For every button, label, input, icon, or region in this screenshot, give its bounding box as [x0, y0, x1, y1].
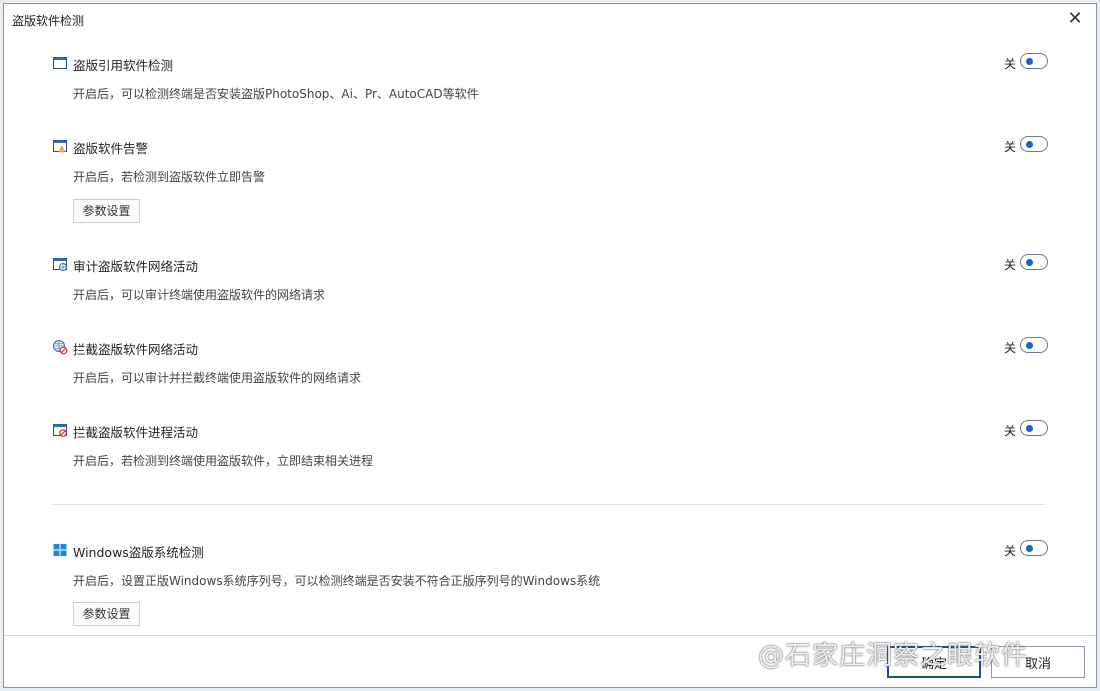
piracy-alert-settings-button[interactable]: 参数设置	[73, 199, 140, 223]
piracy-alert-toggle[interactable]	[1020, 136, 1048, 152]
windows-logo-icon	[53, 544, 67, 556]
section-description: 开启后，可以审计终端使用盗版软件的网络请求	[73, 288, 326, 302]
section-title: 拦截盗版软件进程活动	[73, 425, 199, 440]
toggle-state-label: 关	[1003, 140, 1016, 154]
section-audit-network: 审计盗版软件网络活动 关 开启后，可以审计终端使用盗版软件的网络请求	[52, 254, 1048, 302]
window-alert-icon	[53, 140, 67, 153]
toggle-knob	[1026, 342, 1033, 349]
section-description: 开启后，可以检测终端是否安装盗版PhotoShop、Ai、Pr、AutoCAD等…	[73, 87, 479, 101]
section-description: 开启后，可以审计并拦截终端使用盗版软件的网络请求	[73, 371, 362, 385]
section-description: 开启后，设置正版Windows系统序列号，可以检测终端是否安装不符合正版序列号的…	[73, 574, 601, 588]
close-icon[interactable]: ✕	[1066, 10, 1084, 28]
section-title: 盗版软件告警	[73, 141, 149, 156]
section-description: 开启后，若检测到终端使用盗版软件，立即结束相关进程	[73, 454, 374, 468]
toggle-state-label: 关	[1003, 424, 1016, 438]
piracy-detection-dialog: 盗版软件检测 ✕ 盗版引用软件检测 关 开启后，可以检测终端是否安装盗版Phot…	[3, 3, 1097, 688]
toggle-knob	[1026, 58, 1033, 65]
dialog-title: 盗版软件检测	[12, 14, 85, 28]
toggle-state-label: 关	[1003, 544, 1016, 558]
windows-piracy-settings-button[interactable]: 参数设置	[73, 602, 140, 626]
block-process-toggle[interactable]	[1020, 420, 1048, 436]
toggle-knob	[1026, 545, 1033, 552]
section-title: 拦截盗版软件网络活动	[73, 342, 199, 357]
toggle-knob	[1026, 425, 1033, 432]
section-piracy-alert: 盗版软件告警 关 开启后，若检测到盗版软件立即告警 参数设置	[52, 136, 1048, 223]
window-icon	[53, 57, 67, 69]
toggle-state-label: 关	[1003, 57, 1016, 71]
globe-block-icon	[53, 340, 68, 355]
windows-piracy-toggle[interactable]	[1020, 540, 1048, 556]
toggle-knob	[1026, 259, 1033, 266]
dialog-titlebar: 盗版软件检测 ✕	[4, 4, 1096, 34]
audit-network-toggle[interactable]	[1020, 254, 1048, 270]
toggle-knob	[1026, 141, 1033, 148]
section-block-network: 拦截盗版软件网络活动 关 开启后，可以审计并拦截终端使用盗版软件的网络请求	[52, 337, 1048, 385]
piracy-app-detection-toggle[interactable]	[1020, 53, 1048, 69]
section-windows-piracy: Windows盗版系统检测 关 开启后，设置正版Windows系统序列号，可以检…	[52, 540, 1048, 626]
toggle-state-label: 关	[1003, 258, 1016, 272]
section-title: 盗版引用软件检测	[73, 58, 174, 73]
section-piracy-app-detection: 盗版引用软件检测 关 开启后，可以检测终端是否安装盗版PhotoShop、Ai、…	[52, 53, 1048, 101]
section-title: 审计盗版软件网络活动	[73, 259, 199, 274]
window-block-icon	[53, 424, 67, 437]
window-network-icon	[53, 258, 67, 271]
section-description: 开启后，若检测到盗版软件立即告警	[73, 170, 266, 184]
watermark: @石家庄洞察之眼软件	[758, 641, 1029, 671]
section-divider	[52, 504, 1046, 505]
block-network-toggle[interactable]	[1020, 337, 1048, 353]
section-block-process: 拦截盗版软件进程活动 关 开启后，若检测到终端使用盗版软件，立即结束相关进程	[52, 420, 1048, 468]
section-title: Windows盗版系统检测	[73, 545, 204, 560]
toggle-state-label: 关	[1003, 341, 1016, 355]
